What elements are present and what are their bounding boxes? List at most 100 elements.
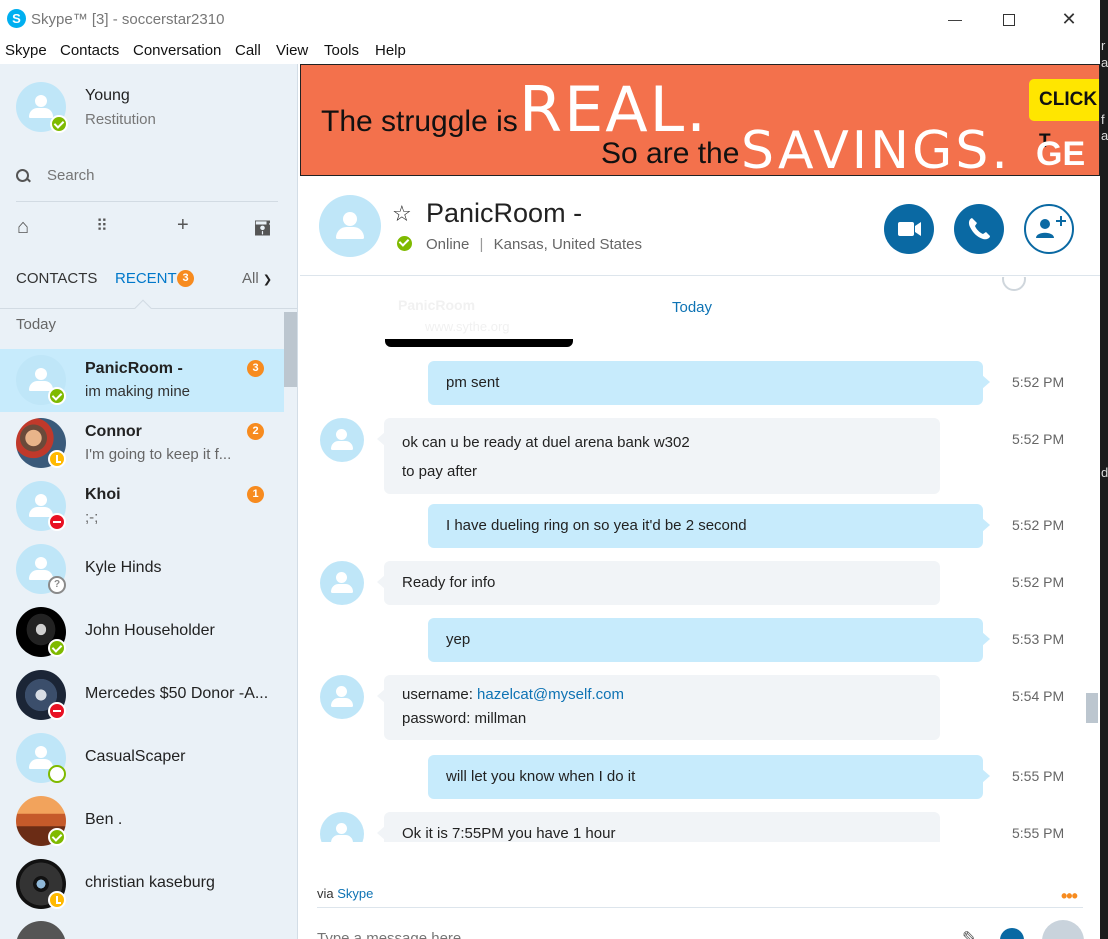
search-box[interactable] <box>16 164 278 190</box>
audio-call-button[interactable] <box>954 204 1004 254</box>
menu-contacts[interactable]: Contacts <box>60 42 119 59</box>
conversation-title[interactable]: PanicRoom - <box>426 198 582 229</box>
conversation-subtitle: Online | Kansas, United States <box>426 236 642 253</box>
message-line: username: hazelcat@myself.com <box>402 683 922 707</box>
contact-item[interactable]: John Householder <box>0 601 284 664</box>
contact-last-message: im making mine <box>85 383 191 400</box>
sender-avatar[interactable] <box>320 418 364 462</box>
image-preview-title: PanicRoom <box>398 297 476 313</box>
contact-name: christian kaseburg <box>85 874 215 891</box>
ad-text: The struggle is <box>321 105 518 138</box>
message-text: Ok it is 7:55PM you have 1 hour <box>402 825 616 842</box>
contact-item[interactable]: Mercedes $50 Donor -A... <box>0 664 284 727</box>
message-bubble-incoming[interactable]: ok can u be ready at duel arena bank w30… <box>377 418 940 494</box>
sidebar: Young Restitution ⌂ ⠿ + 🖬 CONTACTS RECEN… <box>0 64 298 939</box>
status-away-icon <box>48 891 66 909</box>
contact-item[interactable]: Connor I'm going to keep it f... 2 <box>0 412 284 475</box>
message-bubble-incoming[interactable]: Ok it is 7:55PM you have 1 hour <box>377 812 940 842</box>
home-icon[interactable]: ⌂ <box>17 216 29 239</box>
menu-conversation[interactable]: Conversation <box>133 42 221 59</box>
message-bubble-incoming[interactable]: Ready for info <box>377 561 940 605</box>
search-input[interactable] <box>47 167 267 184</box>
sender-avatar[interactable] <box>320 561 364 605</box>
background-text: d <box>1101 465 1108 480</box>
chevron-down-icon: ❯ <box>262 274 273 286</box>
add-icon[interactable]: + <box>177 214 189 237</box>
message-timestamp: 5:55 PM <box>1012 768 1065 784</box>
menu-skype[interactable]: Skype <box>5 42 47 59</box>
ad-cta-button[interactable]: CLICK T <box>1029 79 1099 152</box>
message-bubble-incoming[interactable]: username: hazelcat@myself.com password: … <box>377 675 940 740</box>
menu-call[interactable]: Call <box>235 42 261 59</box>
window-title: Skype™ [3] - soccerstar2310 <box>31 11 225 28</box>
status-online-icon <box>48 387 66 405</box>
send-button[interactable] <box>1042 920 1084 939</box>
message-bubble-outgoing[interactable]: will let you know when I do it <box>428 755 990 799</box>
ad-text-large: REAL. <box>519 73 708 146</box>
contact-item[interactable]: Ben . <box>0 790 284 853</box>
contact-tabs: CONTACTS RECENT 3 All ❯ <box>0 267 297 293</box>
maximize-button[interactable] <box>980 0 1038 38</box>
globe-icon[interactable] <box>1002 277 1026 291</box>
contacts-scrollbar[interactable] <box>284 312 297 387</box>
message-timestamp: 5:55 PM <box>1012 825 1065 841</box>
ad-banner[interactable]: The struggle is REAL. So are the SAVINGS… <box>300 64 1100 176</box>
message-bubble-outgoing[interactable]: pm sent <box>428 361 990 405</box>
tab-recent[interactable]: RECENT 3 <box>115 270 194 287</box>
title-bar: S Skype™ [3] - soccerstar2310 — ✕ <box>0 0 1100 38</box>
section-label: Today <box>16 316 57 333</box>
message-list[interactable]: PanicRoom www.sythe.org Today pm sent 5:… <box>300 277 1100 842</box>
contact-item[interactable]: christian kaseburg <box>0 853 284 916</box>
contact-item[interactable]: PanicRoom - im making mine 3 <box>0 349 284 412</box>
add-participant-button[interactable] <box>1024 204 1074 254</box>
unread-badge: 1 <box>247 486 264 503</box>
message-input[interactable] <box>317 930 917 939</box>
close-button[interactable]: ✕ <box>1040 0 1098 38</box>
menu-help[interactable]: Help <box>375 42 406 59</box>
contact-item[interactable]: ? Kyle Hinds <box>0 538 284 601</box>
status-online-icon <box>397 236 412 251</box>
search-icon <box>16 169 30 183</box>
sender-avatar[interactable] <box>320 675 364 719</box>
profile-mood[interactable]: Restitution <box>85 111 156 128</box>
star-icon[interactable]: ☆ <box>392 201 412 227</box>
message-bubble-outgoing[interactable]: I have dueling ring on so yea it'd be 2 … <box>428 504 990 548</box>
profile-status-online-icon <box>50 115 68 133</box>
more-options-icon[interactable]: ••• <box>1061 886 1078 907</box>
contact-name: Khoi <box>85 486 121 503</box>
contact-avatar[interactable] <box>319 195 381 257</box>
bot-icon[interactable]: 🖬 <box>254 214 271 248</box>
skype-logo-icon: S <box>7 9 26 28</box>
menu-view[interactable]: View <box>276 42 308 59</box>
image-preview-subtitle: www.sythe.org <box>425 319 510 334</box>
message-bubble-outgoing[interactable]: yep <box>428 618 990 662</box>
image-preview[interactable]: PanicRoom www.sythe.org <box>385 295 573 347</box>
video-icon <box>898 222 921 236</box>
via-skype-link[interactable]: Skype <box>337 886 373 901</box>
skype-window: S Skype™ [3] - soccerstar2310 — ✕ Skype … <box>0 0 1100 939</box>
filter-dropdown[interactable]: All ❯ <box>242 270 272 287</box>
dialpad-icon[interactable]: ⠿ <box>96 216 109 236</box>
message-text: Ready for info <box>402 574 496 591</box>
chat-scrollbar[interactable] <box>1086 693 1098 723</box>
attachment-icon[interactable]: ✎ <box>962 928 977 939</box>
sender-avatar[interactable] <box>320 812 364 842</box>
contact-last-message: ;-; <box>85 509 99 526</box>
emoticon-icon[interactable] <box>1000 928 1024 939</box>
minimize-button[interactable]: — <box>926 0 984 38</box>
via-text: via <box>317 886 338 901</box>
divider <box>16 201 278 202</box>
email-link[interactable]: hazelcat@myself.com <box>477 686 624 703</box>
background-window: r a f a d <box>1100 0 1108 939</box>
video-call-button[interactable] <box>884 204 934 254</box>
status-unknown-icon: ? <box>48 576 66 594</box>
compose-area: via Skype ••• ✎ <box>300 842 1100 939</box>
contact-item[interactable]: CasualScaper <box>0 727 284 790</box>
tab-contacts[interactable]: CONTACTS <box>16 270 97 287</box>
profile-name[interactable]: Young <box>85 87 130 105</box>
contact-item[interactable]: Khoi ;-; 1 <box>0 475 284 538</box>
menu-tools[interactable]: Tools <box>324 42 359 59</box>
status-online-icon <box>48 639 66 657</box>
filter-label: All <box>242 270 259 287</box>
contact-name: Kyle Hinds <box>85 559 162 576</box>
